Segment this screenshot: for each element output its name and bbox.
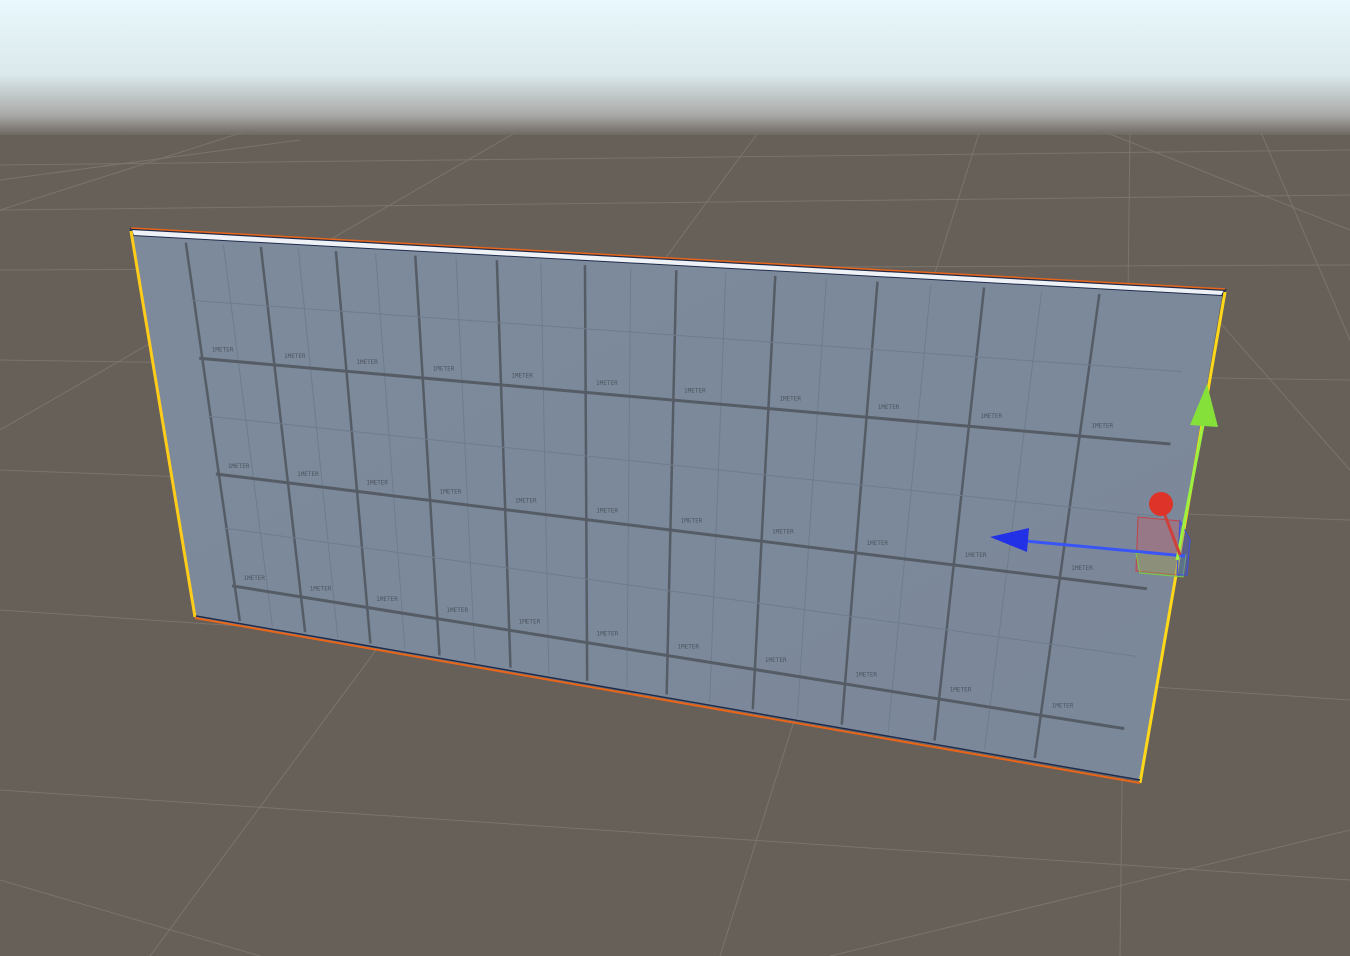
texture-label: 1METER [596, 380, 618, 387]
texture-label: 1METER [433, 366, 455, 373]
texture-label: 1METER [446, 607, 468, 614]
texture-label: 1METER [376, 596, 398, 603]
texture-label: 1METER [310, 586, 332, 593]
texture-label: 1METER [243, 575, 265, 582]
texture-label: 1METER [440, 488, 462, 495]
texture-label: 1METER [965, 552, 987, 559]
scene-view[interactable]: 1METER 1METER 1METER 1METER 1METER 1METER 1MET… [0, 0, 1350, 956]
texture-label: 1METER [511, 373, 533, 380]
texture-label: 1METER [684, 387, 706, 394]
texture-label: 1METER [772, 529, 794, 536]
texture-label: 1METER [681, 518, 703, 525]
texture-label: 1METER [297, 471, 319, 478]
texture-label: 1METER [950, 686, 972, 693]
texture-label: 1METER [1071, 565, 1093, 572]
texture-label: 1METER [228, 463, 250, 470]
texture-label: 1METER [878, 404, 900, 411]
texture-label: 1METER [284, 353, 306, 360]
texture-label: 1METER [597, 631, 619, 638]
texture-label: 1METER [980, 413, 1002, 420]
texture-label: 1METER [212, 347, 234, 354]
texture-label: 1METER [779, 396, 801, 403]
scene-canvas[interactable]: 1METER 1METER 1METER 1METER 1METER 1METER 1MET… [0, 0, 1350, 956]
texture-label: 1METER [596, 507, 618, 514]
texture-label: 1METER [765, 657, 787, 664]
skybox [0, 0, 1350, 135]
texture-label: 1METER [515, 498, 537, 505]
texture-label: 1METER [677, 643, 699, 650]
texture-label: 1METER [366, 480, 388, 487]
texture-label: 1METER [1091, 422, 1113, 429]
texture-label: 1METER [519, 618, 541, 625]
texture-label: 1METER [866, 540, 888, 547]
x-axis-handle-icon[interactable] [1149, 492, 1173, 516]
texture-label: 1METER [356, 359, 378, 366]
texture-label: 1METER [1052, 702, 1074, 709]
texture-label: 1METER [855, 671, 877, 678]
